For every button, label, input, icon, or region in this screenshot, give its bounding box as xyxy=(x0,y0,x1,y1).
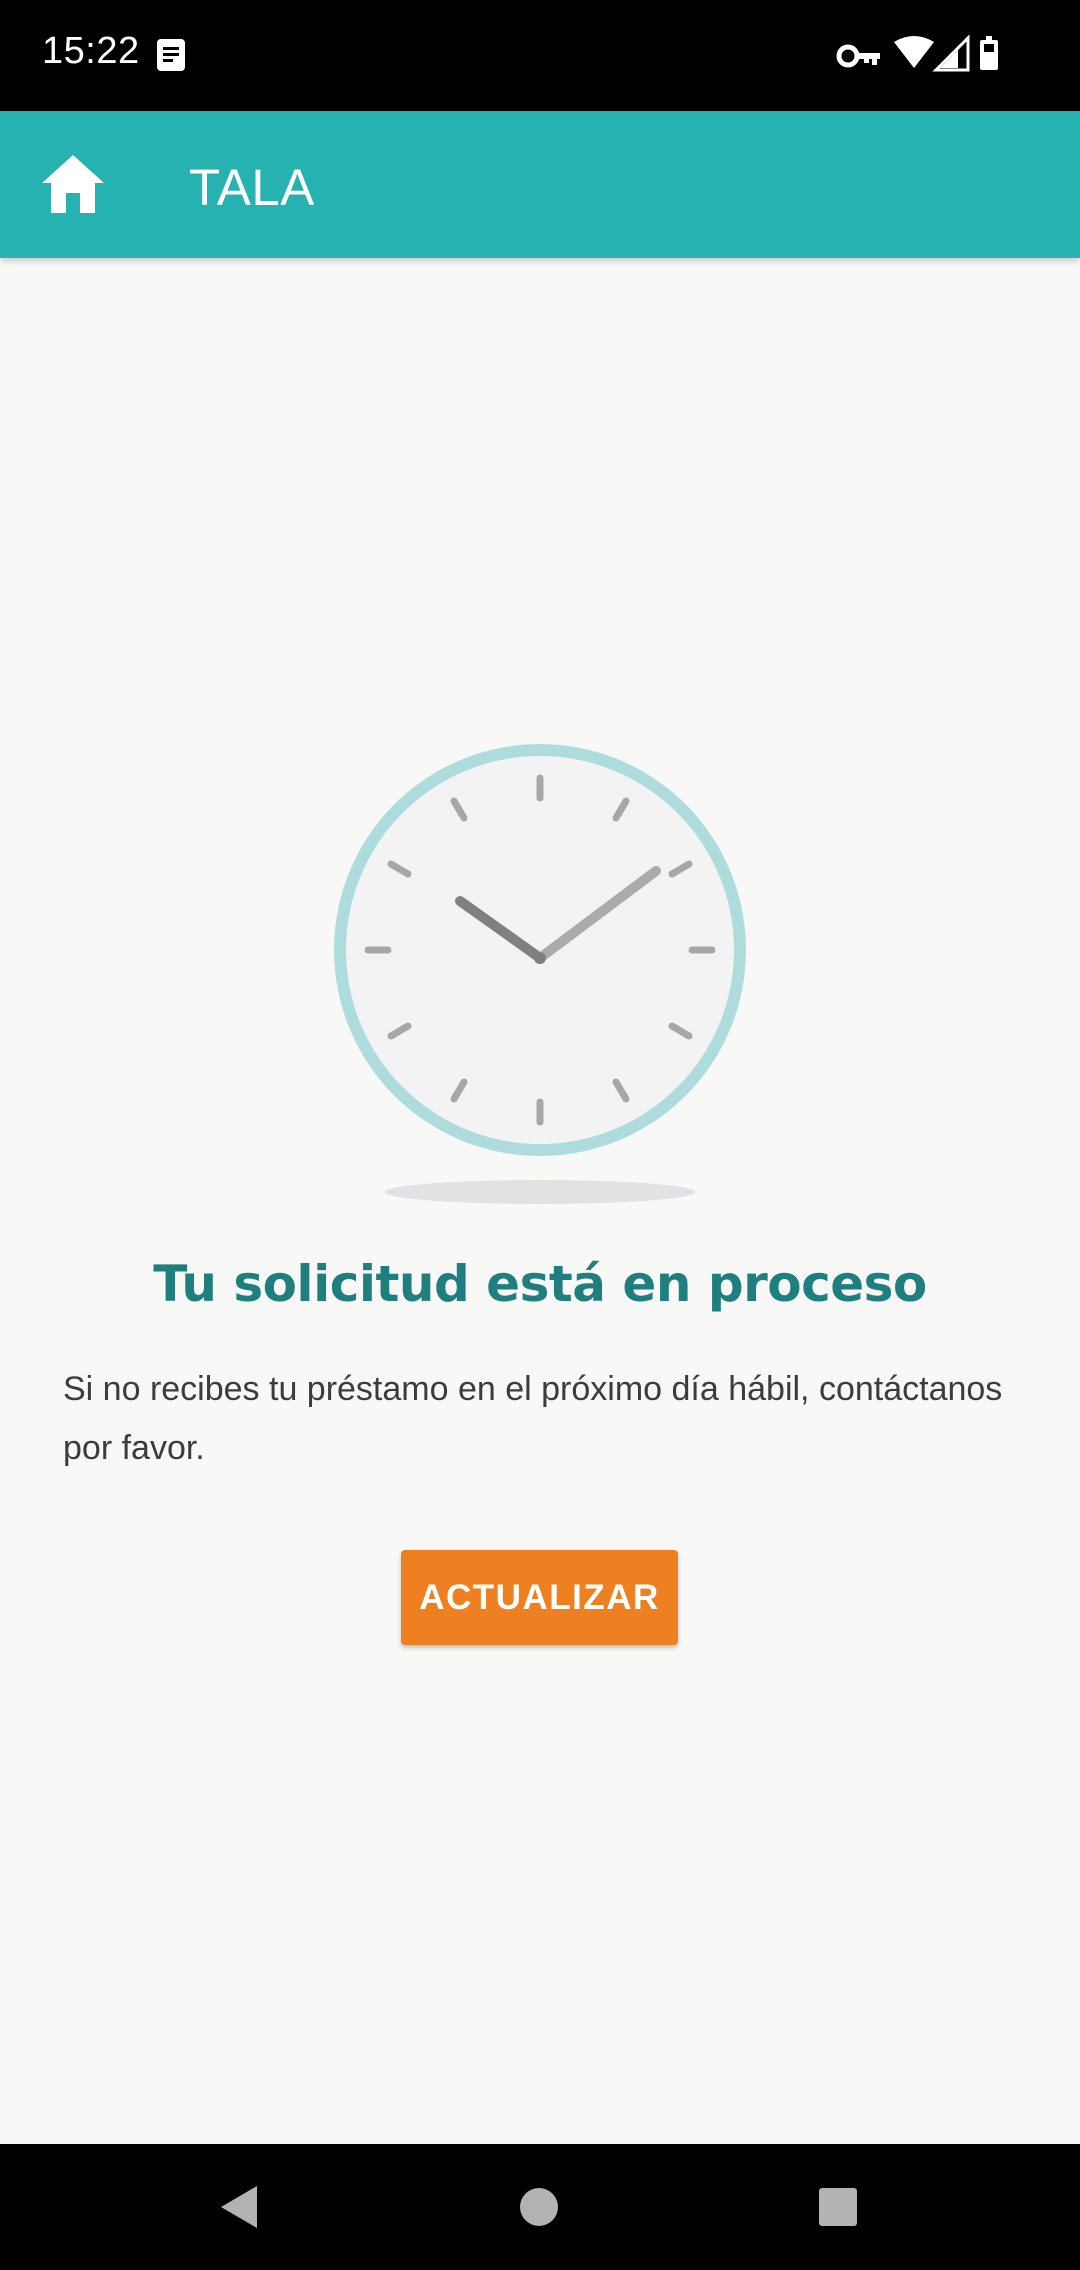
home-circle-icon xyxy=(520,2188,558,2226)
back-button[interactable] xyxy=(196,2164,282,2250)
home-icon xyxy=(42,155,104,213)
clock-illustration xyxy=(318,730,762,1210)
home-nav-button[interactable] xyxy=(496,2164,582,2250)
status-bar: 15:22 xyxy=(0,0,1080,111)
battery-icon xyxy=(980,36,998,70)
status-time: 15:22 xyxy=(42,30,140,72)
app-title: TALA xyxy=(189,159,315,216)
wifi-icon xyxy=(894,36,934,68)
refresh-button[interactable]: ACTUALIZAR xyxy=(401,1550,678,1645)
back-icon xyxy=(221,2186,257,2228)
status-icons xyxy=(836,34,998,72)
recents-button[interactable] xyxy=(795,2164,881,2250)
app-bar: TALA xyxy=(0,111,1080,258)
recents-icon xyxy=(819,2188,857,2226)
status-message: Si no recibes tu préstamo en el próximo … xyxy=(63,1370,1003,1467)
notification-doc-icon xyxy=(157,39,185,71)
navigation-bar xyxy=(0,2144,1080,2270)
vpn-key-icon xyxy=(836,44,880,68)
clock-icon xyxy=(334,744,746,1204)
status-headline: Tu solicitud está en proceso xyxy=(153,1255,927,1313)
home-button[interactable] xyxy=(28,139,118,229)
